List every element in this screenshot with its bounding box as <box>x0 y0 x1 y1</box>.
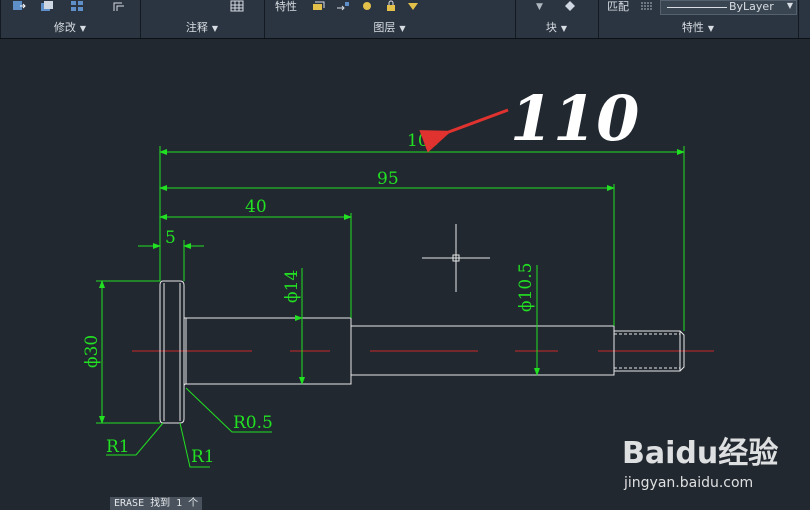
panel-title-properties[interactable]: 特性 ▼ <box>598 20 798 36</box>
dim-radius-r05: R0.5 <box>233 413 273 433</box>
dim-radius-r1-left: R1 <box>106 437 130 457</box>
copy-icon[interactable] <box>40 0 54 12</box>
layer-off-icon[interactable] <box>406 0 420 12</box>
panel-title-annotation[interactable]: 注释 ▼ <box>140 20 264 36</box>
dim-diameter-10-5: ϕ10.5 <box>516 263 536 312</box>
dim-length-40: 40 <box>245 197 267 217</box>
dim-length-5: 5 <box>165 228 176 248</box>
layer-properties-button[interactable]: 特性 <box>275 0 297 14</box>
block-dropdown-chevron-icon[interactable]: ▼ <box>536 0 543 14</box>
watermark-brand: Baidu经验 <box>622 436 778 471</box>
panel-title-block[interactable]: 块 ▼ <box>515 20 598 36</box>
dim-radius-r1-right: R1 <box>191 447 215 467</box>
table-icon[interactable] <box>230 0 244 12</box>
layer-match-icon[interactable] <box>336 0 350 12</box>
shaft-geometry[interactable] <box>159 280 685 424</box>
offset-icon[interactable] <box>112 0 126 12</box>
dim-overall-109: 109 <box>407 131 439 151</box>
move-icon[interactable] <box>12 0 26 12</box>
array-icon[interactable] <box>70 0 84 12</box>
dim-diameter-14: ϕ14 <box>282 270 302 303</box>
linetype-chevron-icon: ▼ <box>786 1 793 10</box>
block-editor-icon[interactable] <box>563 0 577 12</box>
separator <box>798 0 799 38</box>
layer-freeze-icon[interactable] <box>360 0 374 12</box>
baidu-watermark: Baidu经验 jingyan.baidu.com <box>622 436 778 491</box>
layer-state-icon[interactable] <box>312 0 326 12</box>
dimension-texts: 109 95 40 5 ϕ30 ϕ14 ϕ10.5 R0.5 R1 R1 <box>82 131 536 467</box>
watermark-url: jingyan.baidu.com <box>623 475 753 491</box>
command-line[interactable]: ERASE 找到 1 个 <box>110 497 203 510</box>
handwritten-annotation: 110 <box>510 82 639 155</box>
layer-lock-icon[interactable] <box>384 0 398 12</box>
linetype-preview <box>667 7 727 8</box>
linetype-dropdown[interactable]: ByLayer ▼ <box>660 0 797 15</box>
ribbon: 特性 ▼ 匹配 ByLayer ▼ 修改 ▼ 注释 ▼ 图层 ▼ 块 ▼ 特性 ▼ <box>0 0 810 39</box>
linetype-value: ByLayer <box>729 0 774 13</box>
crosshair-cursor <box>422 224 490 292</box>
dim-length-95: 95 <box>377 169 399 189</box>
annotation-arrow <box>419 108 509 153</box>
panel-title-modify[interactable]: 修改 ▼ <box>0 20 140 36</box>
match-properties-button[interactable]: 匹配 <box>607 0 629 14</box>
linetype-icon <box>641 2 653 10</box>
panel-title-layers[interactable]: 图层 ▼ <box>264 20 515 36</box>
dim-diameter-30: ϕ30 <box>82 335 102 368</box>
